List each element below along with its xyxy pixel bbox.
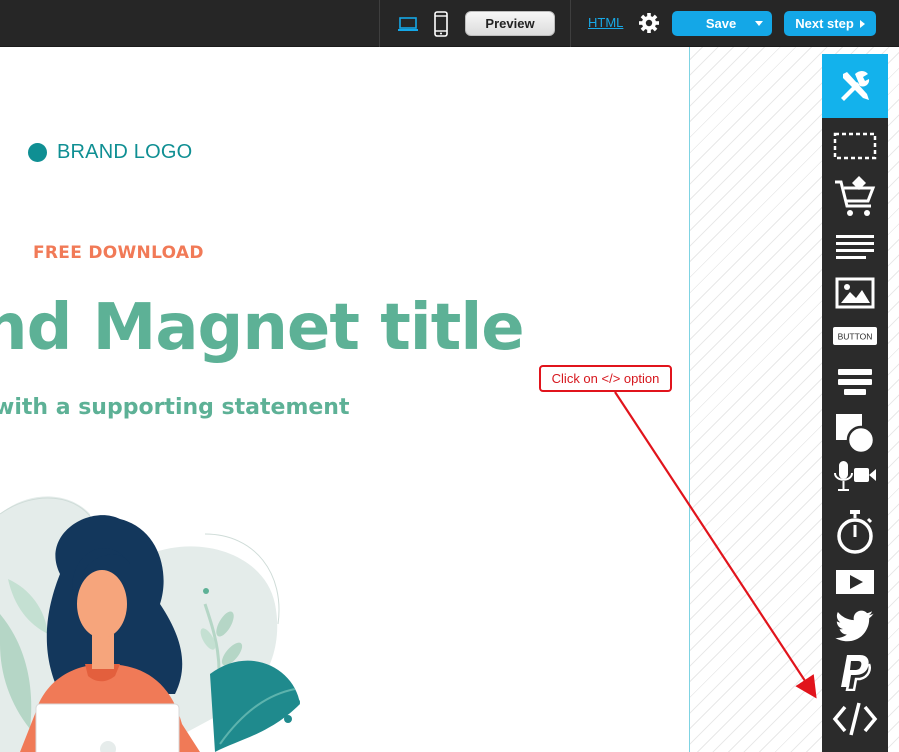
- cart-icon[interactable]: [822, 173, 888, 219]
- twitter-icon[interactable]: [822, 604, 888, 650]
- save-button[interactable]: Save: [672, 11, 772, 36]
- laptop-icon[interactable]: [396, 11, 420, 37]
- section-icon[interactable]: [822, 123, 888, 169]
- html-link[interactable]: HTML: [588, 15, 623, 30]
- timer-icon[interactable]: [822, 509, 888, 555]
- eyebrow-text[interactable]: FREE DOWNLOAD: [33, 243, 204, 263]
- video-icon[interactable]: [822, 559, 888, 605]
- gear-icon[interactable]: [638, 12, 660, 34]
- brand-logo[interactable]: BRAND LOGO: [28, 141, 192, 164]
- editor-app: Preview HTML Save Next step BRAND LOGO F…: [0, 0, 899, 752]
- shapes-icon[interactable]: [822, 410, 888, 456]
- preview-button[interactable]: Preview: [465, 11, 555, 36]
- next-step-button[interactable]: Next step: [784, 11, 876, 36]
- code-icon[interactable]: [822, 696, 888, 742]
- image-icon[interactable]: [822, 270, 888, 316]
- brand-logo-text: BRAND LOGO: [57, 141, 193, 163]
- elements-toolbar: BUTTON: [822, 54, 888, 752]
- next-step-label: Next step: [795, 16, 854, 31]
- button-icon[interactable]: BUTTON: [822, 313, 888, 359]
- text-icon[interactable]: [822, 223, 888, 269]
- woman-laptop-illustration[interactable]: [0, 494, 360, 752]
- media-recorder-icon[interactable]: [822, 454, 888, 500]
- brand-logo-dot-icon: [28, 143, 47, 162]
- button-icon-label: BUTTON: [838, 332, 873, 342]
- paypal-icon[interactable]: [822, 649, 888, 695]
- tools-icon[interactable]: [822, 54, 888, 118]
- page-canvas: BRAND LOGO FREE DOWNLOAD nd Magnet title…: [0, 47, 690, 752]
- top-bar: Preview HTML Save Next step: [0, 0, 899, 47]
- page-title[interactable]: nd Magnet title: [0, 291, 525, 365]
- form-icon[interactable]: [822, 359, 888, 405]
- mobile-icon[interactable]: [432, 11, 450, 37]
- divider: [379, 0, 380, 47]
- play-arrow-icon: [859, 19, 865, 28]
- page-subtitle[interactable]: with a supporting statement: [0, 395, 349, 420]
- divider: [570, 0, 571, 47]
- chevron-down-icon[interactable]: [755, 21, 763, 26]
- instruction-callout: Click on </> option: [539, 365, 672, 392]
